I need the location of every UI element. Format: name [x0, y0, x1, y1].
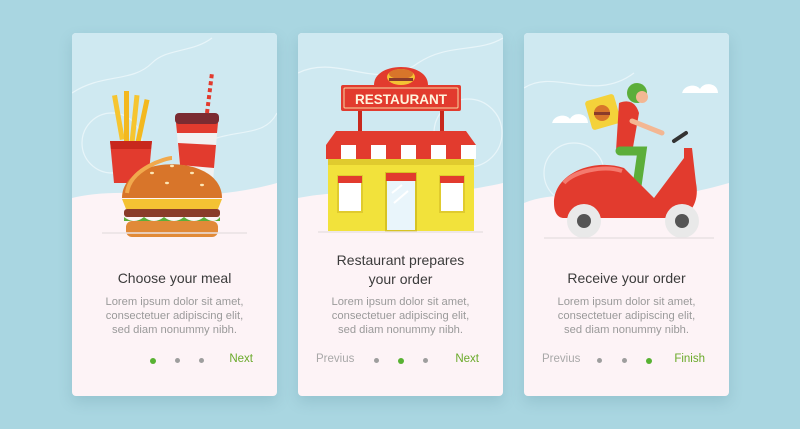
- description-line: consectetuer adipiscing elit,: [331, 310, 470, 322]
- description-line: Lorem ipsum dolor sit amet,: [557, 296, 696, 308]
- description-line: sed diam nonummy nibh.: [338, 324, 463, 336]
- card-navigation: Previus Finish: [524, 353, 729, 369]
- step-dot[interactable]: [199, 358, 204, 363]
- next-button[interactable]: Next: [455, 353, 479, 365]
- onboarding-card-receive-order: Receive your order Lorem ipsum dolor sit…: [524, 33, 729, 396]
- description-line: sed diam nonummy nibh.: [564, 324, 689, 336]
- finish-button[interactable]: Finish: [674, 353, 705, 365]
- step-dot[interactable]: [374, 358, 379, 363]
- previous-button[interactable]: Previus: [542, 353, 580, 365]
- step-dot[interactable]: [423, 358, 428, 363]
- step-dot[interactable]: [622, 358, 627, 363]
- card-navigation: Previus Next: [298, 353, 503, 369]
- card-description: Lorem ipsum dolor sit amet, consectetuer…: [310, 295, 491, 337]
- restaurant-sign-text: RESTAURANT: [355, 92, 448, 107]
- title-line: your order: [368, 271, 433, 287]
- fast-food-illustration: [72, 33, 277, 237]
- card-navigation: Next: [72, 353, 277, 369]
- step-dot[interactable]: [597, 358, 602, 363]
- card-description: Lorem ipsum dolor sit amet, consectetuer…: [84, 295, 265, 337]
- description-line: Lorem ipsum dolor sit amet,: [105, 296, 244, 308]
- onboarding-card-choose-meal: Choose your meal Lorem ipsum dolor sit a…: [72, 33, 277, 396]
- step-dot[interactable]: [175, 358, 180, 363]
- next-button[interactable]: Next: [229, 353, 253, 365]
- description-line: consectetuer adipiscing elit,: [105, 310, 244, 322]
- card-title: Choose your meal: [117, 270, 232, 286]
- card-description: Lorem ipsum dolor sit amet, consectetuer…: [536, 295, 717, 337]
- description-line: consectetuer adipiscing elit,: [557, 310, 696, 322]
- title-line: Restaurant prepares: [336, 252, 465, 268]
- restaurant-illustration: RESTAURANT: [298, 33, 503, 233]
- description-line: Lorem ipsum dolor sit amet,: [331, 296, 470, 308]
- onboarding-card-restaurant: RESTAURANT Restaurant prepares your orde…: [298, 33, 503, 396]
- step-dot-active[interactable]: [398, 357, 404, 364]
- step-dot-active[interactable]: [646, 357, 652, 364]
- description-line: sed diam nonummy nibh.: [112, 324, 237, 336]
- delivery-scooter-illustration: [524, 33, 729, 239]
- step-dot-active[interactable]: [150, 357, 156, 364]
- card-title: Receive your order: [567, 270, 686, 286]
- previous-button[interactable]: Previus: [316, 353, 354, 365]
- card-title: Restaurant prepares your order: [308, 251, 493, 289]
